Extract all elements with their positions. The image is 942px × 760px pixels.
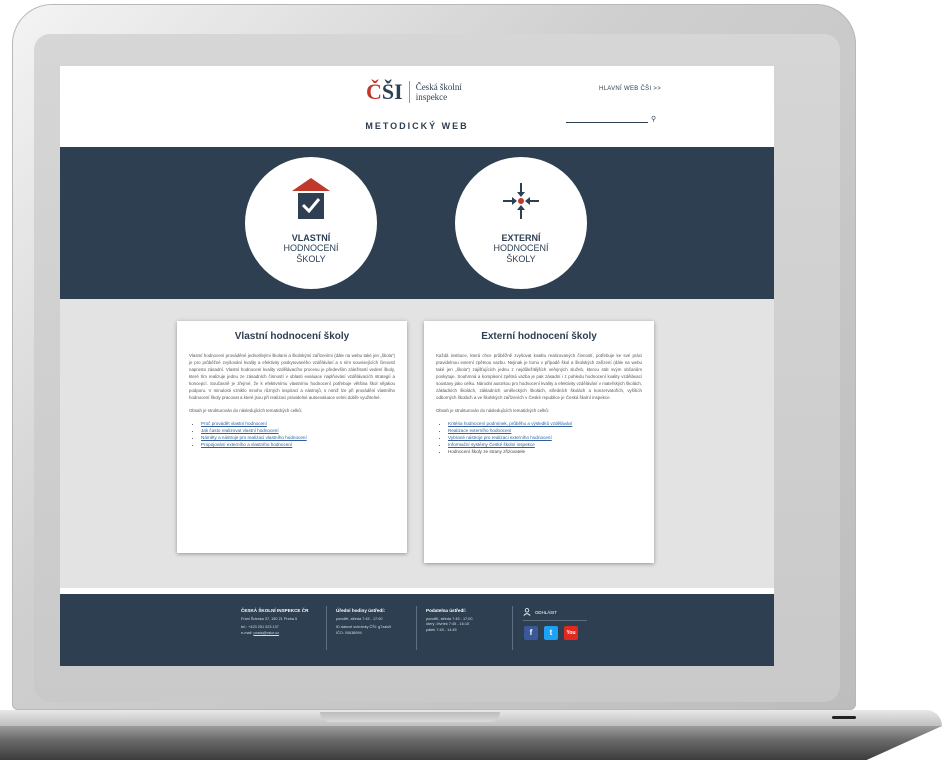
internal-tile-line2: HODNOCENÍ [283, 243, 339, 253]
content-area: Vlastní hodnocení školy Vlastní hodnocen… [60, 299, 774, 588]
house-check-icon [292, 178, 330, 219]
main-web-link[interactable]: HLAVNÍ WEB ČŠI >> [599, 86, 661, 92]
list-item: Vybrané nástroje pro realizaci externího… [448, 434, 642, 441]
laptop-base [0, 710, 942, 760]
list-item: Proč provádět vlastní hodnocení [201, 420, 395, 427]
twitter-icon[interactable]: t [544, 626, 558, 640]
internal-link[interactable]: Proč provádět vlastní hodnocení [201, 421, 267, 426]
facebook-icon[interactable]: f [524, 626, 538, 640]
search-input[interactable] [566, 122, 648, 123]
external-tile-bold: EXTERNÍ [501, 233, 541, 243]
logo-text: Česká školní inspekce [416, 82, 476, 102]
list-item: Jak často realizovat vlastní hodnocení [201, 427, 395, 434]
footer-hours-line3: IČO: 00638994 [336, 630, 362, 635]
footer-hours: Úřední hodiny ústředí: pondělí, středa 7… [336, 608, 391, 636]
footer-divider [512, 606, 513, 650]
list-item: Propojování externího a vlastního hodnoc… [201, 441, 395, 448]
external-link[interactable]: Informační systémy České školní inspekce [448, 442, 535, 447]
logo-text-line1: Česká školní [415, 82, 462, 92]
footer-hours-title: Úřední hodiny ústředí: [336, 608, 386, 613]
internal-card-links: Proč provádět vlastní hodnocení Jak čast… [189, 420, 395, 448]
logout-label: ODHLÁSIT [535, 609, 557, 615]
footer-email-link[interactable]: posta@csicr.cz [253, 631, 279, 635]
laptop-notch [320, 712, 500, 722]
search-icon[interactable]: ⚲ [651, 115, 656, 123]
internal-link[interactable]: Jak často realizovat vlastní hodnocení [201, 428, 279, 433]
site-logo[interactable]: ČŠI Česká školní inspekce [366, 79, 476, 105]
footer-org-email-row: e-mail: posta@csicr.cz [241, 631, 308, 637]
external-tile-line2: HODNOCENÍ [493, 243, 549, 253]
internal-evaluation-tile[interactable]: VLASTNÍ HODNOCENÍ ŠKOLY [245, 157, 377, 289]
internal-link[interactable]: Náměty a nástroje pro realizaci vlastníh… [201, 435, 307, 440]
list-item: Kritéria hodnocení podmínek, průběhu a v… [448, 420, 642, 427]
external-card-links: Kritéria hodnocení podmínek, průběhu a v… [436, 420, 642, 455]
external-card-title: Externí hodnocení školy [481, 331, 597, 342]
screen: ČŠI Česká školní inspekce METODICKÝ WEB … [60, 66, 774, 666]
internal-card-intro: Obsah je strukturován do následujících t… [189, 408, 302, 413]
footer-filing-line2: úterý, čtvrtek 7:45 - 16:15 [426, 622, 470, 626]
laptop-led [832, 716, 856, 719]
external-link[interactable]: Realizace externího hodnocení [448, 428, 511, 433]
laptop-deck-edge [0, 726, 942, 760]
logo-mark: ČŠI [366, 79, 403, 105]
external-evaluation-tile[interactable]: EXTERNÍ HODNOCENÍ ŠKOLY [455, 157, 587, 289]
logo-mark-si: ŠI [381, 79, 403, 104]
footer-login-divider [523, 620, 587, 621]
youtube-icon[interactable]: You [564, 626, 578, 640]
user-icon [523, 608, 531, 616]
list-item: Informační systémy České školní inspekce [448, 441, 642, 448]
list-item: Realizace externího hodnocení [448, 427, 642, 434]
footer-hours-line2: ID datové schránky ČŠI: g7zais9 [336, 625, 392, 629]
footer-filing-line3: pátek 7:45 - 14:45 [426, 627, 457, 632]
footer-filing-title: Podatelna ústředí: [426, 608, 467, 613]
footer-org-address: Fráni Šrámka 37, 150 21 Praha 5 [241, 616, 298, 621]
list-item: Náměty a nástroje pro realizaci vlastníh… [201, 434, 395, 441]
external-link[interactable]: Kritéria hodnocení podmínek, průběhu a v… [448, 421, 572, 426]
internal-tile-line3: ŠKOLY [296, 254, 326, 264]
internal-tile-bold: VLASTNÍ [291, 233, 331, 243]
external-tile-line3: ŠKOLY [506, 254, 536, 264]
converging-arrows-icon [503, 183, 539, 219]
founder-evaluation-item: Hodnocení školy ze strany zřizovatele [448, 449, 526, 454]
logo-mark-c: Č [366, 79, 382, 104]
site-subtitle: METODICKÝ WEB [365, 121, 469, 131]
list-item: Hodnocení školy ze strany zřizovatele [448, 448, 642, 455]
external-link[interactable]: Vybrané nástroje pro realizaci externího… [448, 435, 552, 440]
internal-evaluation-card: Vlastní hodnocení školy Vlastní hodnocen… [177, 321, 407, 553]
footer-hours-line1: pondělí, středa 7:45 - 17:00 [336, 616, 383, 621]
internal-card-paragraph: Vlastní hodnocení prováděné jednotlivými… [189, 353, 395, 400]
external-card-intro: Obsah je strukturován do následujících t… [436, 408, 549, 413]
footer-divider [416, 606, 417, 650]
hero-band: VLASTNÍ HODNOCENÍ ŠKOLY EXTERNÍ HODNOCEN… [60, 147, 774, 299]
external-evaluation-card: Externí hodnocení školy Každá instituce,… [424, 321, 654, 563]
footer-org-title: ČESKÁ ŠKOLNÍ INSPEKCE ČR [241, 608, 309, 613]
footer-filing: Podatelna ústředí: pondělí, středa 7:45 … [426, 608, 472, 633]
external-tile-text: EXTERNÍ HODNOCENÍ ŠKOLY [455, 229, 587, 265]
footer-email-label: e-mail: [241, 630, 253, 635]
logo-text-line2: inspekce [415, 92, 448, 102]
external-card-paragraph: Každá instituce, která chce průběžně zvy… [436, 353, 642, 400]
logout-button[interactable]: ODHLÁSIT [523, 608, 557, 616]
internal-tile-text: VLASTNÍ HODNOCENÍ ŠKOLY [245, 229, 377, 265]
footer-divider [326, 606, 327, 650]
logo-separator [408, 81, 410, 103]
footer-org: ČESKÁ ŠKOLNÍ INSPEKCE ČR Fráni Šrámka 37… [241, 608, 308, 636]
internal-card-title: Vlastní hodnocení školy [234, 331, 350, 342]
site-footer: ČESKÁ ŠKOLNÍ INSPEKCE ČR Fráni Šrámka 37… [60, 594, 774, 666]
site-header: ČŠI Česká školní inspekce METODICKÝ WEB … [60, 66, 774, 147]
internal-link[interactable]: Propojování externího a vlastního hodnoc… [201, 442, 292, 447]
